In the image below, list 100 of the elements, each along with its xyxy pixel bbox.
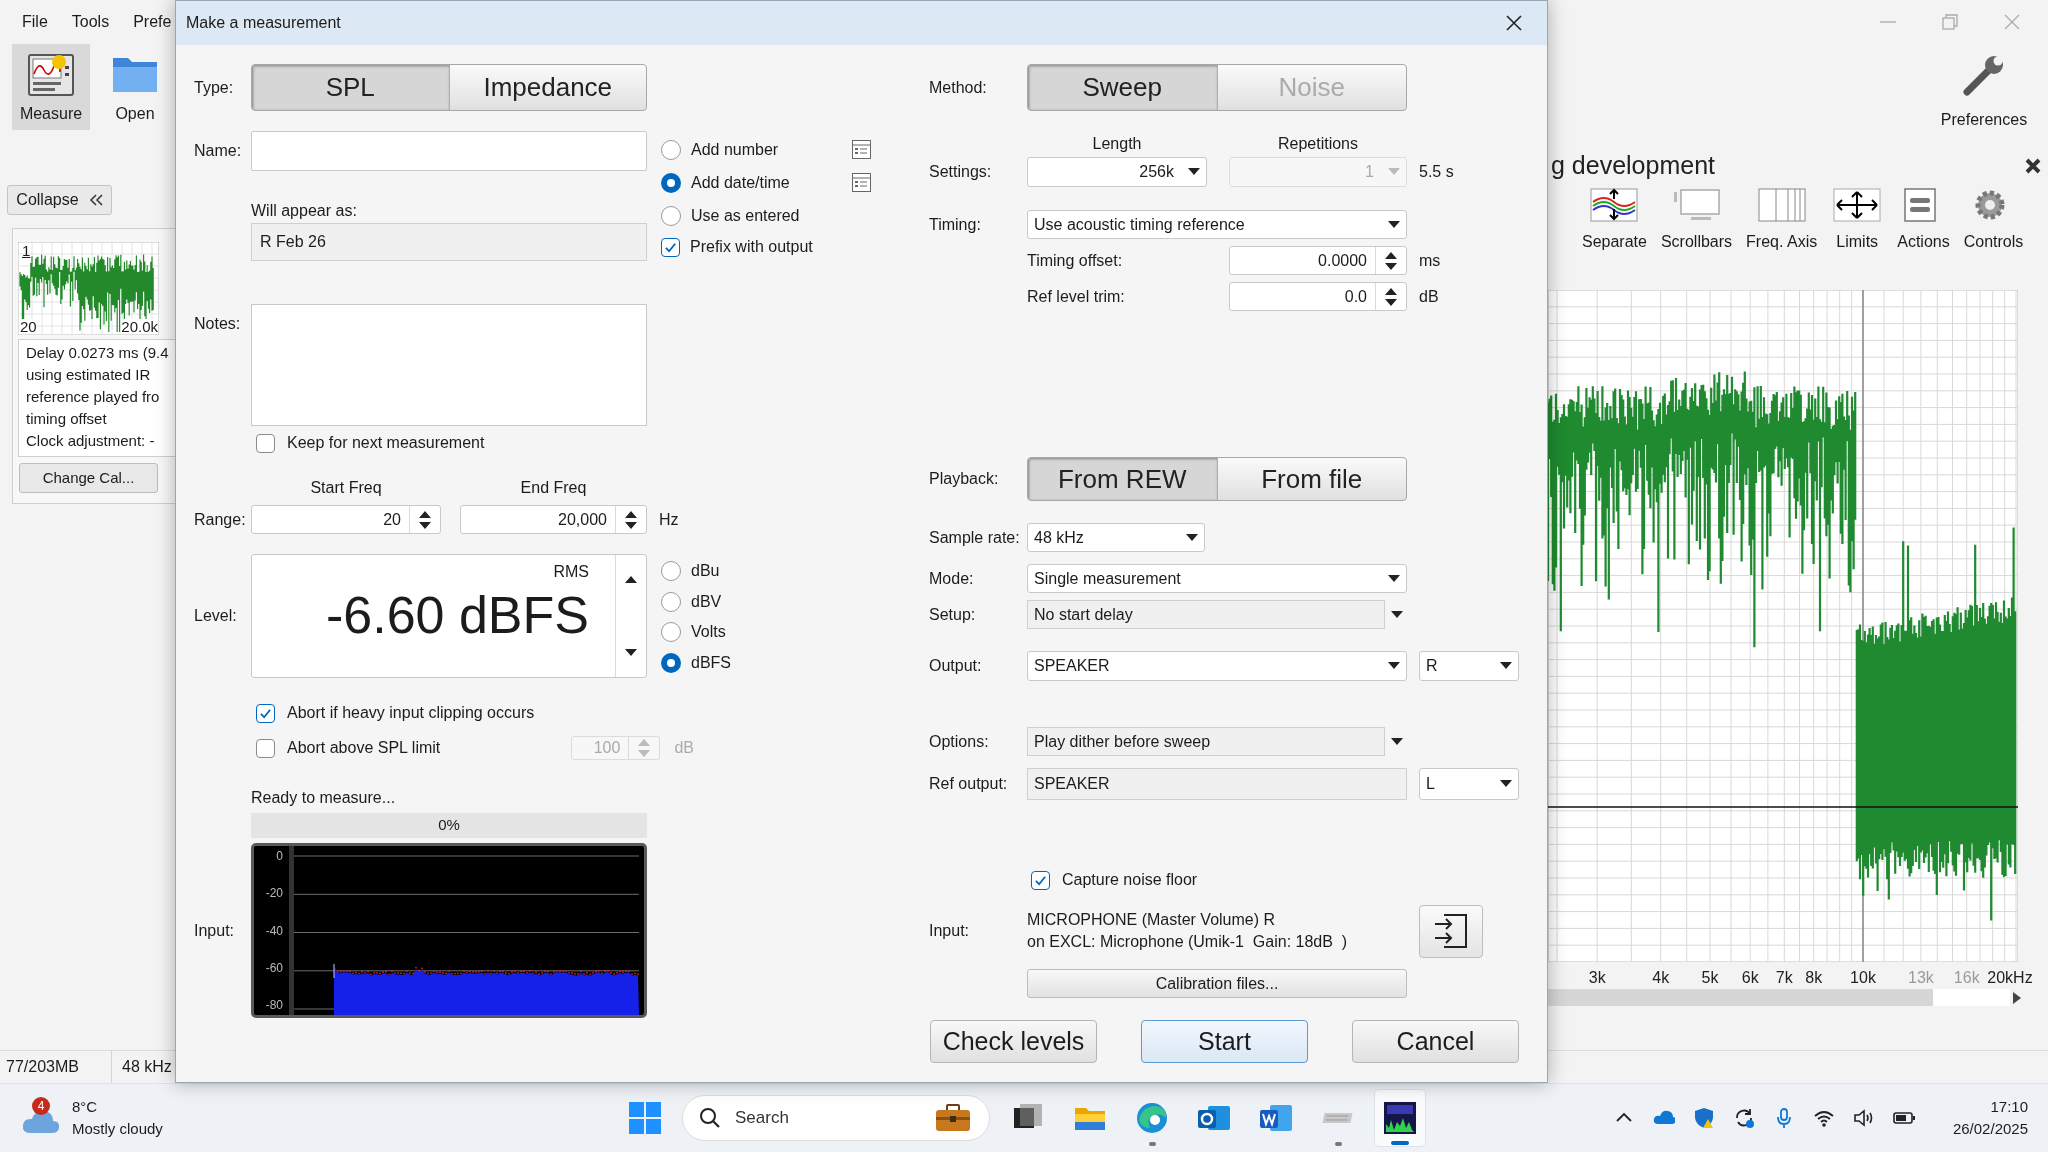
start-freq-field[interactable]: 20 xyxy=(251,505,441,534)
column-header: Repetitions xyxy=(1276,134,1359,154)
dialog-button[interactable]: Cancel xyxy=(1352,1020,1519,1063)
playback-tab[interactable]: From REW xyxy=(1028,458,1217,500)
type-tab[interactable]: SPL xyxy=(252,65,449,110)
menu-item[interactable]: File xyxy=(22,10,48,34)
column-header: Length xyxy=(1091,134,1143,154)
axis-label: 8k xyxy=(1805,968,1823,988)
graph-tool-button[interactable]: Scrollbars xyxy=(1658,188,1735,254)
dialog-button[interactable]: Start xyxy=(1141,1020,1308,1063)
radio-button[interactable] xyxy=(661,652,681,673)
down-arrow-icon[interactable] xyxy=(625,649,637,657)
taskbar-app[interactable] xyxy=(1374,1089,1426,1147)
dialog-button[interactable]: Check levels xyxy=(930,1020,1097,1063)
field-label: ms xyxy=(1419,250,1441,271)
start-icon[interactable] xyxy=(628,1101,662,1135)
axis-label: 3k xyxy=(1588,968,1606,988)
graph-tool-button[interactable]: Limits xyxy=(1829,188,1886,254)
search-field[interactable]: Search xyxy=(682,1095,990,1141)
shield-icon[interactable] xyxy=(1692,1107,1715,1129)
check-icon xyxy=(664,240,677,254)
spinner-arrows-icon[interactable] xyxy=(419,510,431,529)
caret-icon xyxy=(1388,168,1400,176)
graph-tool-button[interactable]: Separate xyxy=(1580,188,1649,254)
radio-button[interactable] xyxy=(661,205,681,226)
radio-button[interactable] xyxy=(661,172,681,193)
menu-item[interactable]: Prefe xyxy=(133,10,172,34)
timing-dropdown[interactable]: Use acoustic timing reference xyxy=(1027,210,1407,239)
column-header: End Freq xyxy=(519,478,588,498)
checkbox[interactable] xyxy=(256,738,275,758)
field-label: Timing: xyxy=(929,214,982,235)
axis-label: 4k xyxy=(1652,968,1670,988)
clock-date: 26/02/2025 xyxy=(1952,1119,2028,1139)
up-arrow-icon[interactable] xyxy=(625,575,637,583)
graph-tool-button[interactable]: Controls xyxy=(1961,188,2026,254)
graph-tool-button[interactable]: Actions xyxy=(1895,188,1952,254)
radio-button[interactable] xyxy=(661,139,681,160)
type-tab[interactable]: Impedance xyxy=(448,65,646,110)
search-icon xyxy=(699,1107,721,1129)
input-select-button[interactable] xyxy=(1419,904,1483,958)
briefcase-icon xyxy=(935,1103,971,1133)
graph-title: g development xyxy=(1551,150,1715,182)
calibration-files-button[interactable]: Calibration files... xyxy=(1027,969,1407,998)
ref-level-trim-field[interactable]: 0.0 xyxy=(1229,282,1407,311)
caret-icon xyxy=(1391,737,1403,746)
graph-tool-button[interactable]: Freq. Axis xyxy=(1744,188,1820,254)
field-label: Ref output: xyxy=(929,774,1009,794)
checkbox[interactable] xyxy=(256,433,275,453)
checkbox-label: Prefix with output xyxy=(690,237,813,257)
caret-icon xyxy=(1388,574,1400,583)
volume-icon[interactable] xyxy=(1852,1107,1875,1129)
options-field[interactable]: Play dither before sweep xyxy=(1027,727,1385,756)
collapse-button[interactable]: Collapse xyxy=(7,185,112,215)
spinner-arrows-icon[interactable] xyxy=(1385,287,1397,306)
notes-field[interactable] xyxy=(251,304,647,426)
field-label: Playback: xyxy=(929,469,1000,489)
browser-icon xyxy=(1134,1100,1170,1136)
name-field[interactable] xyxy=(251,131,647,171)
field-label: Input: xyxy=(929,921,971,941)
list-settings-icon[interactable] xyxy=(852,140,871,159)
scroll-right-icon[interactable] xyxy=(2012,991,2022,1004)
end-freq-field[interactable]: 20,000 xyxy=(460,505,647,534)
spinner-arrows-icon[interactable] xyxy=(1385,251,1397,270)
list-settings-icon[interactable] xyxy=(852,173,871,192)
radio-button[interactable] xyxy=(661,561,681,582)
radio-button[interactable] xyxy=(661,622,681,643)
playback-tab[interactable]: From file xyxy=(1216,458,1406,500)
change-cal-button[interactable]: Change Cal... xyxy=(19,463,158,493)
toolbar-button[interactable]: Open xyxy=(96,44,174,130)
length-dropdown[interactable]: 256k xyxy=(1027,157,1207,187)
field-label: Level: xyxy=(194,606,238,626)
close-icon[interactable] xyxy=(1505,14,1523,32)
preferences-button[interactable]: Preferences xyxy=(1934,52,2034,132)
checkbox[interactable] xyxy=(1031,870,1050,890)
field-label: Setup: xyxy=(929,604,977,625)
channel-dropdown[interactable]: L xyxy=(1419,768,1519,800)
sample-rate-dropdown[interactable]: 48 kHz xyxy=(1027,523,1205,552)
mode-dropdown[interactable]: Single measurement xyxy=(1027,564,1407,593)
axis-label: 20kHz xyxy=(1987,968,2033,988)
toolbar-button[interactable]: Measure xyxy=(12,44,90,130)
setup-field[interactable]: No start delay xyxy=(1027,600,1385,629)
checkbox-label: Abort above SPL limit xyxy=(287,738,441,758)
checkbox[interactable] xyxy=(661,237,680,257)
timing-offset-field[interactable]: 0.0000 xyxy=(1229,246,1407,275)
meter-tick-label: 0 xyxy=(276,848,283,864)
horizontal-scrollbar[interactable] xyxy=(1548,989,2010,1006)
close-icon[interactable] xyxy=(2024,157,2042,175)
radio-button[interactable] xyxy=(661,591,681,612)
output-dropdown[interactable]: SPEAKER xyxy=(1027,651,1407,681)
field-label: Options: xyxy=(929,731,990,752)
level-value: -6.60 dBFS xyxy=(325,589,589,641)
method-tab[interactable]: Sweep xyxy=(1028,65,1217,110)
input-device-text: on EXCL: Microphone (Umik-1 Gain: 18dB ) xyxy=(1027,932,1349,952)
menu-item[interactable]: Tools xyxy=(71,10,110,34)
field-label: Settings: xyxy=(929,162,993,182)
channel-dropdown[interactable]: R xyxy=(1419,651,1519,681)
caret-icon xyxy=(1186,533,1198,542)
spinner-arrows-icon[interactable] xyxy=(625,510,637,529)
checkbox[interactable] xyxy=(256,703,275,723)
radio-label: dBV xyxy=(691,591,722,612)
